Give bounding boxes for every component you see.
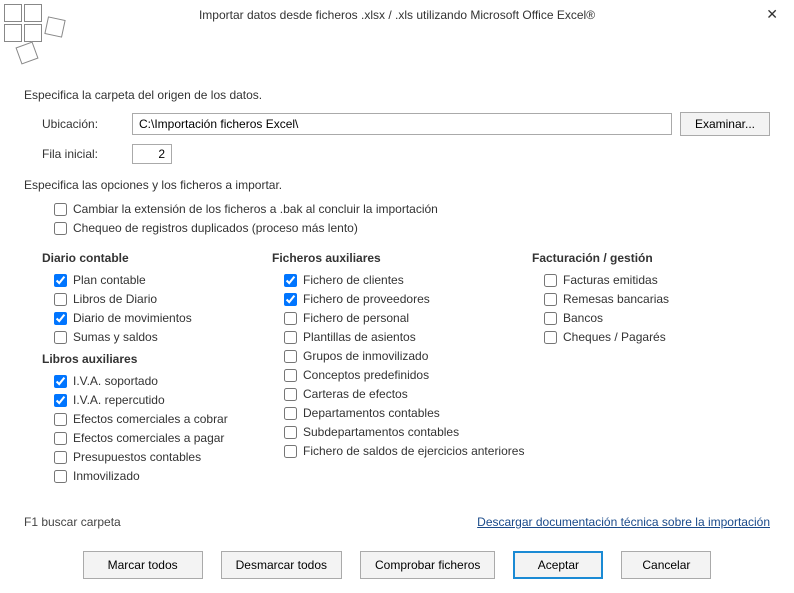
check-duplicates-label: Chequeo de registros duplicados (proceso…	[73, 221, 358, 235]
checkbox-label-carteras: Carteras de efectos	[303, 387, 408, 401]
accept-button[interactable]: Aceptar	[513, 551, 603, 579]
checkbox-libros-diario[interactable]	[54, 293, 67, 306]
checkbox-remesas[interactable]	[544, 293, 557, 306]
checkbox-grupos-inm[interactable]	[284, 350, 297, 363]
checkbox-label-libros-diario: Libros de Diario	[73, 292, 157, 306]
origin-section-label: Especifica la carpeta del origen de los …	[24, 88, 770, 102]
group-heading-ficheros: Ficheros auxiliares	[272, 251, 532, 265]
group-libros: I.V.A. soportado I.V.A. repercutido Efecto…	[54, 374, 272, 483]
checkbox-carteras[interactable]	[284, 388, 297, 401]
checkbox-label-iva-sop: I.V.A. soportado	[73, 374, 158, 388]
change-extension-label: Cambiar la extensión de los ficheros a .…	[73, 202, 438, 216]
checkbox-label-inmov: Inmovilizado	[73, 469, 140, 483]
group-ficheros: Fichero de clientes Fichero de proveedore…	[284, 273, 532, 458]
check-files-button[interactable]: Comprobar ficheros	[360, 551, 495, 579]
checkbox-conceptos[interactable]	[284, 369, 297, 382]
checkbox-saldos-ant[interactable]	[284, 445, 297, 458]
checkbox-label-presup: Presupuestos contables	[73, 450, 201, 464]
checkbox-f-prov[interactable]	[284, 293, 297, 306]
group-heading-facturacion: Facturación / gestión	[532, 251, 770, 265]
unmark-all-button[interactable]: Desmarcar todos	[221, 551, 342, 579]
close-icon[interactable]: ✕	[760, 4, 784, 25]
group-heading-diario: Diario contable	[42, 251, 272, 265]
checkbox-iva-rep[interactable]	[54, 394, 67, 407]
checkbox-label-plan-contable: Plan contable	[73, 273, 146, 287]
checkbox-label-subdeptos: Subdepartamentos contables	[303, 425, 459, 439]
f1-hint: F1 buscar carpeta	[24, 515, 121, 529]
checkbox-deptos[interactable]	[284, 407, 297, 420]
documentation-link[interactable]: Descargar documentación técnica sobre la…	[477, 515, 770, 529]
checkbox-label-fact-emit: Facturas emitidas	[563, 273, 658, 287]
checkbox-subdeptos[interactable]	[284, 426, 297, 439]
change-extension-checkbox[interactable]	[54, 203, 67, 216]
checkbox-label-cheques: Cheques / Pagarés	[563, 330, 666, 344]
checkbox-sumas-saldos[interactable]	[54, 331, 67, 344]
mark-all-button[interactable]: Marcar todos	[83, 551, 203, 579]
checkbox-inmov[interactable]	[54, 470, 67, 483]
checkbox-label-plantillas: Plantillas de asientos	[303, 330, 416, 344]
checkbox-label-ef-cobrar: Efectos comerciales a cobrar	[73, 412, 228, 426]
checkbox-ef-pagar[interactable]	[54, 432, 67, 445]
checkbox-f-pers[interactable]	[284, 312, 297, 325]
checkbox-label-f-cli: Fichero de clientes	[303, 273, 404, 287]
browse-button[interactable]: Examinar...	[680, 112, 770, 136]
checkbox-diario-mov[interactable]	[54, 312, 67, 325]
checkbox-label-remesas: Remesas bancarias	[563, 292, 669, 306]
location-input[interactable]	[132, 113, 672, 135]
checkbox-label-sumas-saldos: Sumas y saldos	[73, 330, 158, 344]
checkbox-iva-sop[interactable]	[54, 375, 67, 388]
checkbox-label-bancos: Bancos	[563, 311, 603, 325]
dialog-title: Importar datos desde ficheros .xlsx / .x…	[199, 8, 595, 22]
check-duplicates-checkbox[interactable]	[54, 222, 67, 235]
checkbox-fact-emit[interactable]	[544, 274, 557, 287]
checkbox-label-iva-rep: I.V.A. repercutido	[73, 393, 165, 407]
cancel-button[interactable]: Cancelar	[621, 551, 711, 579]
checkbox-label-conceptos: Conceptos predefinidos	[303, 368, 429, 382]
checkbox-bancos[interactable]	[544, 312, 557, 325]
checkbox-label-grupos-inm: Grupos de inmovilizado	[303, 349, 428, 363]
checkbox-label-f-pers: Fichero de personal	[303, 311, 409, 325]
checkbox-presup[interactable]	[54, 451, 67, 464]
checkbox-cheques[interactable]	[544, 331, 557, 344]
initial-row-label: Fila inicial:	[42, 147, 132, 161]
checkbox-ef-cobrar[interactable]	[54, 413, 67, 426]
checkbox-label-deptos: Departamentos contables	[303, 406, 440, 420]
checkbox-plantillas[interactable]	[284, 331, 297, 344]
checkbox-label-f-prov: Fichero de proveedores	[303, 292, 430, 306]
checkbox-label-ef-pagar: Efectos comerciales a pagar	[73, 431, 224, 445]
checkbox-f-cli[interactable]	[284, 274, 297, 287]
checkbox-plan-contable[interactable]	[54, 274, 67, 287]
checkbox-label-diario-mov: Diario de movimientos	[73, 311, 192, 325]
location-label: Ubicación:	[42, 117, 132, 131]
options-section-label: Especifica las opciones y los ficheros a…	[24, 178, 770, 192]
group-heading-libros: Libros auxiliares	[42, 352, 272, 366]
checkbox-label-saldos-ant: Fichero de saldos de ejercicios anterior…	[303, 444, 524, 458]
initial-row-input[interactable]	[132, 144, 172, 164]
group-facturacion: Facturas emitidas Remesas bancarias Bancos…	[544, 273, 770, 344]
group-diario: Plan contable Libros de Diario Diario de m…	[54, 273, 272, 344]
